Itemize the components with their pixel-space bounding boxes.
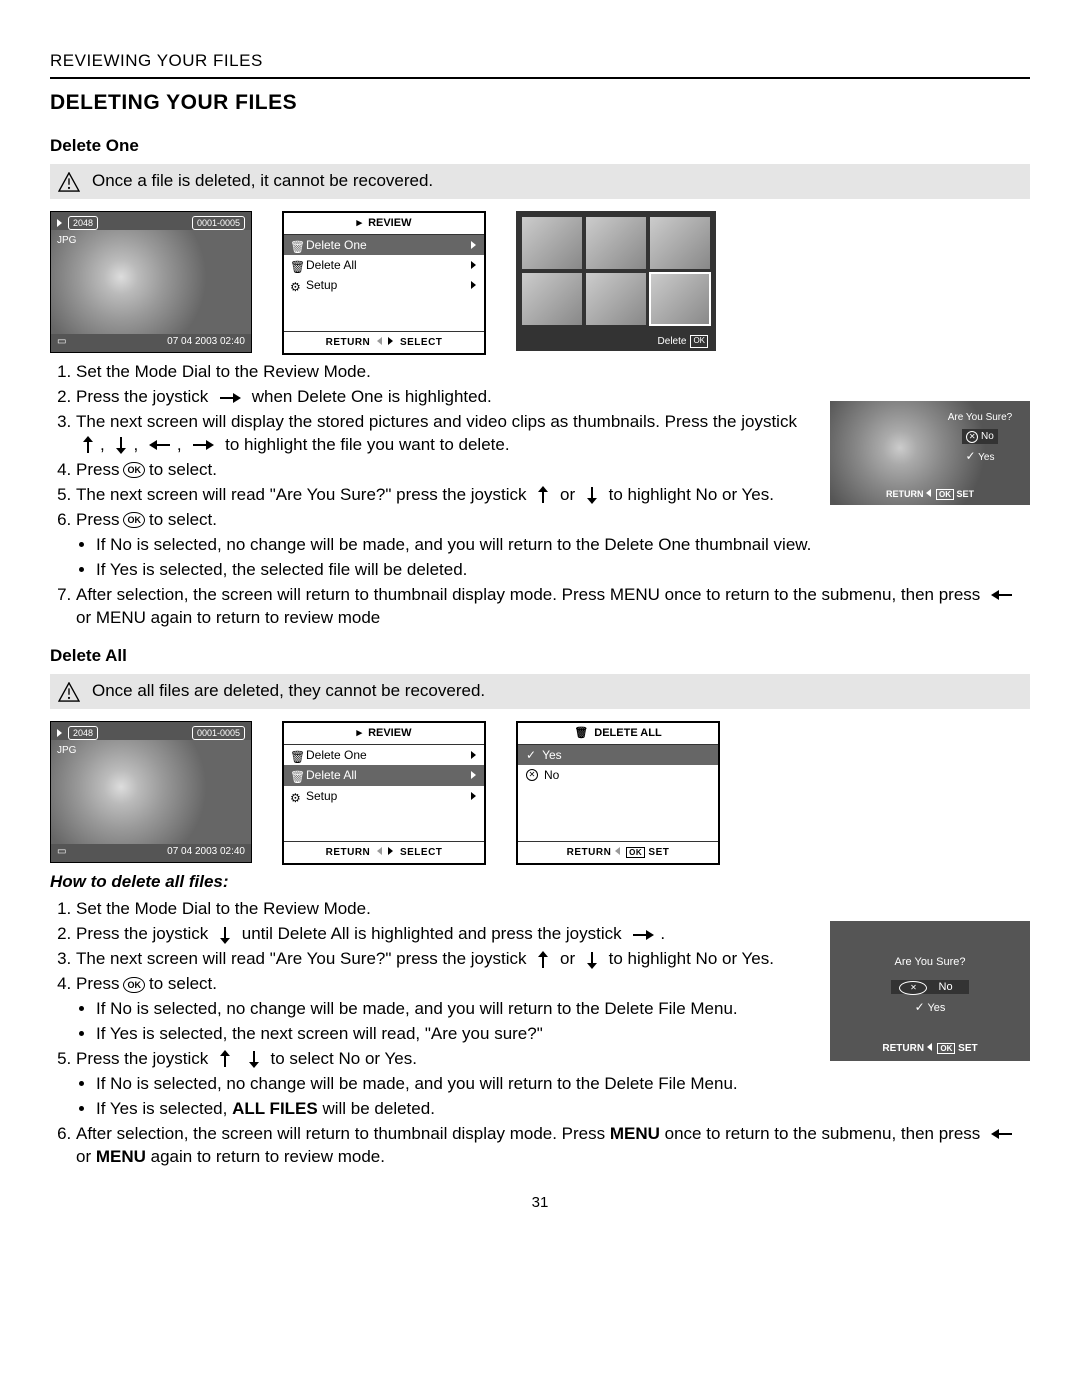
step: Set the Mode Dial to the Review Mode.: [76, 898, 1030, 921]
warning-box: Once a file is deleted, it cannot be rec…: [50, 164, 1030, 199]
check-icon: ✓: [915, 1000, 925, 1014]
play-icon: [57, 219, 62, 227]
trash-icon: 🗑: [574, 726, 588, 741]
thumbnail[interactable]: [586, 217, 646, 269]
trash-icon: 🗑: [290, 769, 302, 781]
setup-icon: ⚙: [290, 279, 302, 291]
confirm-screen: Are You Sure? ✕ No ✓ Yes RETURN OK SET: [830, 401, 1030, 505]
arrow-down-icon: [586, 951, 598, 969]
step: PressOKto select. If No is selected, no …: [76, 509, 1030, 582]
camera-lcd-preview: 2048 0001-0005 JPG ▭07 04 2003 02:40: [50, 721, 252, 863]
review-menu: ▸REVIEW 🗑Delete One 🗑Delete All ⚙Setup R…: [282, 211, 486, 355]
option-yes[interactable]: ✓Yes: [518, 745, 718, 765]
page-title: DELETING YOUR FILES: [50, 89, 1030, 117]
arrow-up-icon: [537, 486, 549, 504]
option-no[interactable]: ✕No: [518, 765, 718, 785]
menu-item-delete-one[interactable]: 🗑Delete One: [284, 235, 484, 255]
menu-item-delete-one[interactable]: 🗑Delete One: [284, 745, 484, 765]
ok-button-icon: OK: [123, 977, 145, 993]
warning-text: Once all files are deleted, they cannot …: [92, 680, 485, 703]
arrow-left-icon: [991, 1128, 1013, 1140]
trash-icon: 🗑: [290, 239, 302, 251]
page-number: 31: [50, 1193, 1030, 1213]
check-icon: ✓: [966, 449, 976, 463]
arrow-left-icon: [991, 589, 1013, 601]
trash-icon: 🗑: [290, 749, 302, 761]
menu-item-setup[interactable]: ⚙Setup: [284, 786, 484, 806]
arrow-right-icon: [632, 929, 654, 941]
arrow-down-icon: [586, 486, 598, 504]
play-icon: ▸: [357, 726, 363, 741]
step: After selection, the screen will return …: [76, 1123, 1030, 1169]
ok-button-icon: OK: [123, 462, 145, 478]
ok-icon: OK: [690, 335, 708, 348]
how-to-subtitle: How to delete all files:: [50, 871, 1030, 894]
warning-text: Once a file is deleted, it cannot be rec…: [92, 170, 433, 193]
ok-button-icon: OK: [123, 512, 145, 528]
camera-lcd-preview: 2048 0001-0005 JPG ▭07 04 2003 02:40: [50, 211, 252, 353]
arrow-down-icon: [248, 1050, 260, 1068]
setup-icon: ⚙: [290, 790, 302, 802]
delete-all-menu: 🗑DELETE ALL ✓Yes ✕No RETURN OK SET: [516, 721, 720, 865]
play-icon: ▸: [357, 216, 363, 231]
arrow-up-icon: [82, 436, 94, 454]
are-you-sure-screen: Are You Sure? ✕ No ✓ Yes RETURN OK SET: [830, 921, 1030, 1061]
thumbnail[interactable]: [650, 217, 710, 269]
menu-item-delete-all[interactable]: 🗑Delete All: [284, 765, 484, 785]
x-icon: ✕: [966, 431, 978, 443]
menu-item-setup[interactable]: ⚙Setup: [284, 275, 484, 295]
review-menu: ▸REVIEW 🗑Delete One 🗑Delete All ⚙Setup R…: [282, 721, 486, 865]
warning-icon: [58, 172, 80, 192]
arrow-down-icon: [115, 436, 127, 454]
arrow-up-icon: [219, 1050, 231, 1068]
thumbnail[interactable]: [586, 273, 646, 325]
step: Set the Mode Dial to the Review Mode.: [76, 361, 1030, 384]
x-icon: ✕: [899, 981, 927, 995]
page-header: REVIEWING YOUR FILES: [50, 50, 1030, 79]
check-icon: ✓: [526, 747, 536, 763]
arrow-left-icon: [149, 439, 171, 451]
thumbnail-grid: DeleteOK: [516, 211, 716, 351]
delete-all-heading: Delete All: [50, 645, 1030, 668]
arrow-right-icon: [219, 392, 241, 404]
warning-box: Once all files are deleted, they cannot …: [50, 674, 1030, 709]
delete-one-heading: Delete One: [50, 135, 1030, 158]
arrow-down-icon: [219, 926, 231, 944]
trash-icon: 🗑: [290, 259, 302, 271]
step: After selection, the screen will return …: [76, 584, 1030, 630]
thumbnail-selected[interactable]: [650, 273, 710, 325]
thumbnail[interactable]: [522, 217, 582, 269]
thumbnail[interactable]: [522, 273, 582, 325]
play-icon: [57, 729, 62, 737]
menu-item-delete-all[interactable]: 🗑Delete All: [284, 255, 484, 275]
arrow-up-icon: [537, 951, 549, 969]
warning-icon: [58, 682, 80, 702]
x-icon: ✕: [526, 769, 538, 781]
arrow-right-icon: [192, 439, 214, 451]
